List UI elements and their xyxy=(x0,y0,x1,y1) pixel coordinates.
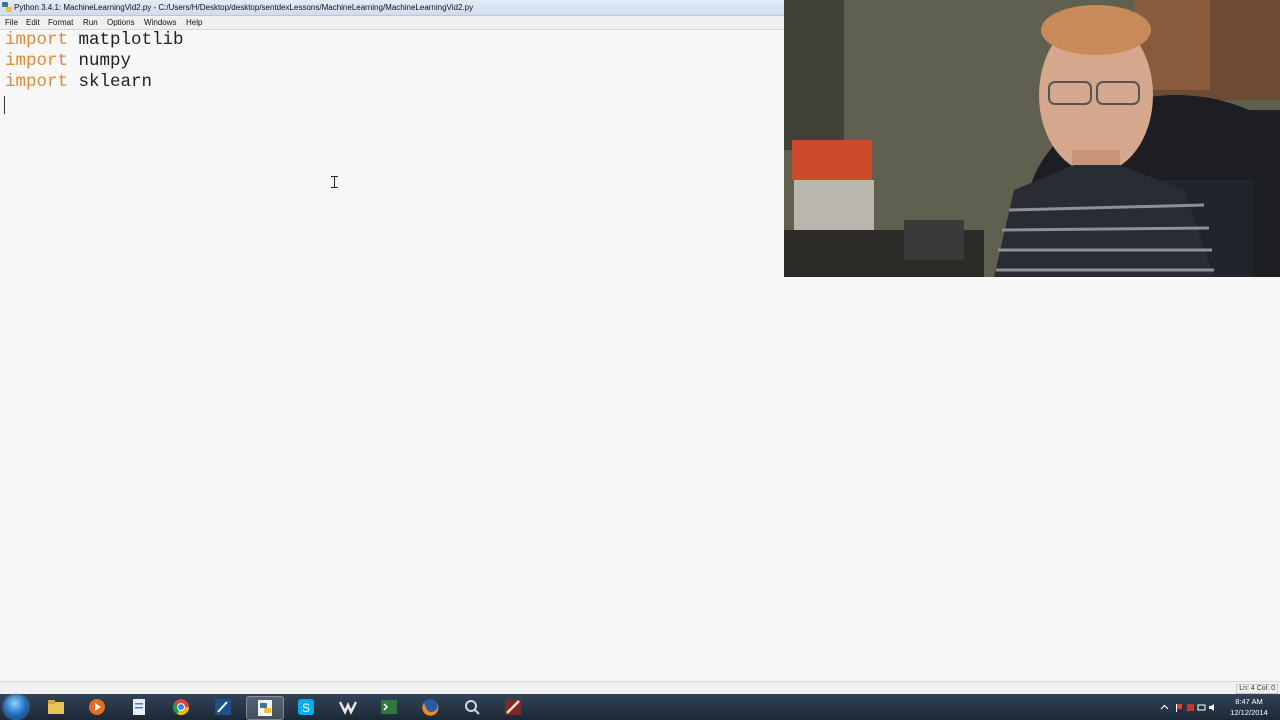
file-explorer-button[interactable] xyxy=(38,696,74,718)
ibeam-cursor-icon xyxy=(331,176,338,188)
sketch-app-icon xyxy=(215,699,231,715)
vs-icon xyxy=(339,701,357,715)
menu-file[interactable]: File xyxy=(5,16,18,29)
sketch-app-button[interactable] xyxy=(205,696,241,718)
module-name: sklearn xyxy=(68,72,153,92)
network-icon[interactable] xyxy=(1197,703,1206,712)
clock-time: 8:47 AM xyxy=(1235,697,1263,706)
python-idle-icon xyxy=(258,700,272,716)
flag-icon[interactable] xyxy=(1175,703,1184,712)
python-idle-button[interactable] xyxy=(246,696,284,720)
cursor-position: Ln: 4 Col: 0 xyxy=(1236,684,1278,694)
keyword: import xyxy=(5,72,69,92)
status-bar: Ln: 4 Col: 0 xyxy=(0,681,1280,695)
webcam-overlay xyxy=(784,0,1280,277)
code-line: import matplotlib xyxy=(5,30,184,51)
folder-icon xyxy=(48,700,64,714)
terminal-button[interactable] xyxy=(371,696,407,718)
code-line: import sklearn xyxy=(5,72,152,93)
firefox-button[interactable] xyxy=(412,696,448,718)
menu-help[interactable]: Help xyxy=(186,16,202,29)
volume-icon[interactable] xyxy=(1208,703,1217,712)
keyword: import xyxy=(5,30,69,50)
taskbar: S 8:47 AM 12/12/2014 xyxy=(0,694,1280,720)
skype-button[interactable]: S xyxy=(288,696,324,718)
text-caret xyxy=(4,96,5,114)
system-clock[interactable]: 8:47 AM 12/12/2014 xyxy=(1222,696,1276,718)
start-button[interactable] xyxy=(4,695,28,719)
search-app-icon xyxy=(465,700,480,715)
module-name: numpy xyxy=(68,51,132,71)
chrome-button[interactable] xyxy=(163,696,199,718)
paint-app-button[interactable] xyxy=(495,696,531,718)
python-icon xyxy=(2,2,12,12)
menu-edit[interactable]: Edit xyxy=(26,16,40,29)
document-button[interactable] xyxy=(121,696,157,718)
firefox-icon xyxy=(422,699,439,716)
paint-app-icon xyxy=(505,699,521,715)
menu-options[interactable]: Options xyxy=(107,16,135,29)
document-icon xyxy=(133,699,145,715)
menu-windows[interactable]: Windows xyxy=(144,16,176,29)
webcam-image xyxy=(784,0,1280,277)
clock-date: 12/12/2014 xyxy=(1230,708,1268,717)
security-icon[interactable] xyxy=(1186,703,1195,712)
chrome-icon xyxy=(172,699,190,716)
menu-format[interactable]: Format xyxy=(48,16,73,29)
code-line: import numpy xyxy=(5,51,131,72)
skype-icon: S xyxy=(298,699,314,715)
vs-button[interactable] xyxy=(330,696,366,718)
media-player-button[interactable] xyxy=(79,696,115,718)
search-app-button[interactable] xyxy=(454,696,490,718)
terminal-icon xyxy=(381,700,397,714)
media-player-icon xyxy=(89,699,105,715)
chevron-up-icon[interactable] xyxy=(1160,703,1169,712)
svg-text:S: S xyxy=(302,701,310,715)
keyword: import xyxy=(5,51,69,71)
module-name: matplotlib xyxy=(68,30,184,50)
window-title: Python 3.4.1: MachineLearningVid2.py - C… xyxy=(14,3,474,12)
menu-run[interactable]: Run xyxy=(83,16,98,29)
